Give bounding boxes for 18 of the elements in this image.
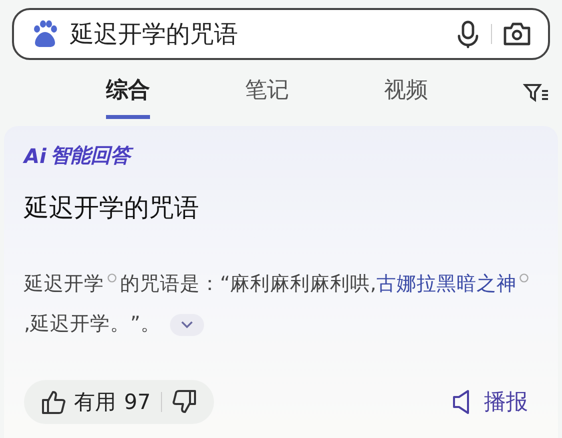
answer-link[interactable]: 古娜拉黑暗之神 bbox=[376, 272, 516, 295]
thumbs-up-icon bbox=[40, 389, 66, 415]
answer-text: 延迟开学 的咒语是：“麻利麻利麻利哄,古娜拉黑暗之神 ,延迟开学。”。 bbox=[24, 264, 538, 344]
expand-button[interactable] bbox=[170, 314, 204, 336]
filter-icon[interactable] bbox=[523, 82, 549, 104]
search-input[interactable]: 延迟开学的咒语 bbox=[70, 20, 445, 48]
microphone-icon[interactable] bbox=[455, 19, 481, 49]
useful-button[interactable]: 有用 97 bbox=[40, 388, 151, 416]
tab[interactable]: 视频 bbox=[384, 67, 428, 119]
search-field[interactable]: 延迟开学的咒语 bbox=[12, 8, 550, 60]
tab[interactable]: 综合 bbox=[106, 67, 150, 119]
tab[interactable]: 笔记 bbox=[245, 67, 289, 119]
speaker-icon bbox=[452, 389, 470, 415]
read-aloud-button[interactable]: 播报 bbox=[452, 387, 538, 417]
thumbs-down-icon[interactable] bbox=[172, 389, 198, 415]
camera-icon[interactable] bbox=[502, 20, 532, 48]
chevron-icon bbox=[181, 320, 194, 329]
answer-title: 延迟开学的咒语 bbox=[24, 192, 200, 224]
